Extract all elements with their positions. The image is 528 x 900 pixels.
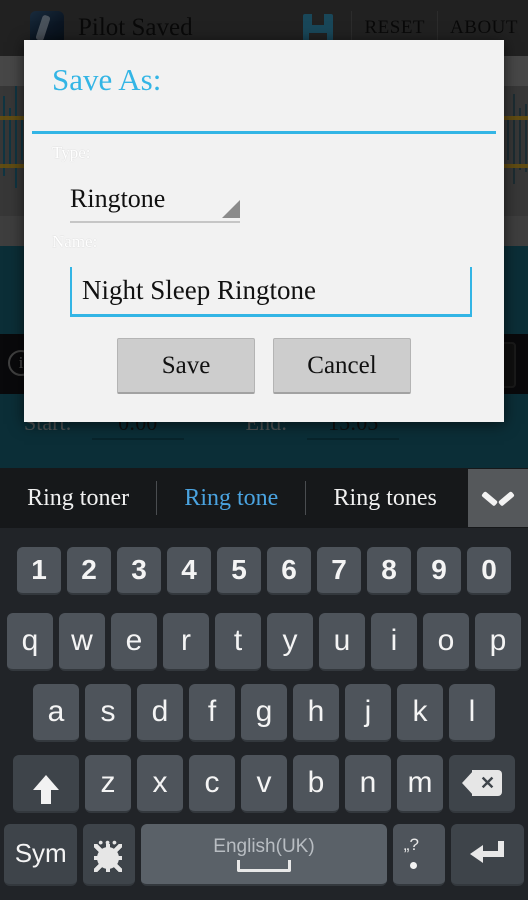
key-n[interactable]: n [345, 754, 391, 813]
suggestion-bar: Ring toner Ring tone Ring tones [0, 468, 528, 528]
suggestion-1[interactable]: Ring tone [157, 485, 305, 512]
screen: Pilot Saved RESET ABOUT i Start: 0:00 En… [0, 0, 528, 900]
space-key-label: English(UK) [213, 835, 315, 857]
key-e[interactable]: e [111, 613, 157, 672]
key-p[interactable]: p [475, 613, 521, 672]
key-b[interactable]: b [293, 754, 339, 813]
keyboard-row-numbers: 1 2 3 4 5 6 7 8 9 0 [4, 540, 524, 602]
key-f[interactable]: f [189, 683, 235, 742]
gear-icon: ••• [94, 835, 124, 872]
key-k[interactable]: k [397, 683, 443, 742]
name-label: Name: [52, 232, 98, 251]
type-label: Type: [52, 143, 91, 162]
key-4[interactable]: 4 [167, 547, 211, 596]
keyboard-rows: 1 2 3 4 5 6 7 8 9 0 q w e r t y u i o p … [0, 528, 528, 900]
backspace-icon: ✕ [462, 769, 502, 796]
key-2[interactable]: 2 [67, 547, 111, 596]
name-input[interactable]: Night Sleep Ringtone [70, 267, 472, 317]
key-o[interactable]: o [423, 613, 469, 672]
key-t[interactable]: t [215, 613, 261, 672]
suggestion-2[interactable]: Ring tones [306, 485, 464, 512]
soft-keyboard: Ring toner Ring tone Ring tones 1 2 3 4 … [0, 468, 528, 900]
symbols-key[interactable]: Sym [4, 823, 78, 886]
key-v[interactable]: v [241, 754, 287, 813]
shift-arrow-up-icon [33, 775, 59, 805]
dialog-title: Save As: [52, 62, 162, 97]
cancel-button[interactable]: Cancel [273, 338, 411, 394]
key-x[interactable]: x [137, 754, 183, 813]
keyboard-row-top: q w e r t y u i o p [4, 611, 524, 673]
key-y[interactable]: y [267, 613, 313, 672]
key-h[interactable]: h [293, 683, 339, 742]
space-key[interactable]: English(UK) [140, 823, 387, 886]
key-g[interactable]: g [241, 683, 287, 742]
key-8[interactable]: 8 [367, 547, 411, 596]
key-j[interactable]: j [345, 683, 391, 742]
suggestion-0[interactable]: Ring toner [0, 485, 156, 512]
enter-return-icon [470, 840, 505, 867]
keyboard-row-home: a s d f g h j k l [4, 682, 524, 744]
key-l[interactable]: l [449, 683, 495, 742]
keyboard-row-function: Sym ••• English(UK) „? [4, 823, 524, 886]
key-1[interactable]: 1 [17, 547, 61, 596]
space-bar-icon [236, 859, 291, 872]
save-button[interactable]: Save [117, 338, 255, 394]
suggestions-expand-button[interactable] [468, 469, 528, 527]
key-q[interactable]: q [7, 613, 53, 672]
keyboard-row-bottom: z x c v b n m ✕ [4, 753, 524, 815]
enter-key[interactable] [450, 823, 524, 886]
key-7[interactable]: 7 [317, 547, 361, 596]
type-spinner-value: Ringtone [70, 184, 166, 213]
key-c[interactable]: c [189, 754, 235, 813]
dialog-buttons: Save Cancel [24, 338, 504, 394]
key-6[interactable]: 6 [267, 547, 311, 596]
save-as-dialog: Save As: Type: Ringtone Name: Night Slee… [24, 40, 504, 422]
key-u[interactable]: u [319, 613, 365, 672]
punctuation-key[interactable]: „? [393, 823, 445, 886]
key-3[interactable]: 3 [117, 547, 161, 596]
key-0[interactable]: 0 [467, 547, 511, 596]
key-m[interactable]: m [397, 754, 443, 813]
spinner-dropdown-icon [222, 200, 240, 218]
key-a[interactable]: a [33, 683, 79, 742]
key-s[interactable]: s [85, 683, 131, 742]
type-spinner[interactable]: Ringtone [70, 181, 240, 223]
name-input-value: Night Sleep Ringtone [82, 275, 316, 305]
punctuation-period-icon: „? [402, 835, 436, 871]
settings-key[interactable]: ••• [83, 823, 135, 886]
key-d[interactable]: d [137, 683, 183, 742]
dialog-divider [32, 131, 496, 134]
key-i[interactable]: i [371, 613, 417, 672]
key-9[interactable]: 9 [417, 547, 461, 596]
key-w[interactable]: w [59, 613, 105, 672]
key-5[interactable]: 5 [217, 547, 261, 596]
backspace-key[interactable]: ✕ [449, 754, 515, 813]
chevron-down-icon [485, 491, 511, 506]
key-z[interactable]: z [85, 754, 131, 813]
shift-key[interactable] [13, 754, 79, 813]
key-r[interactable]: r [163, 613, 209, 672]
